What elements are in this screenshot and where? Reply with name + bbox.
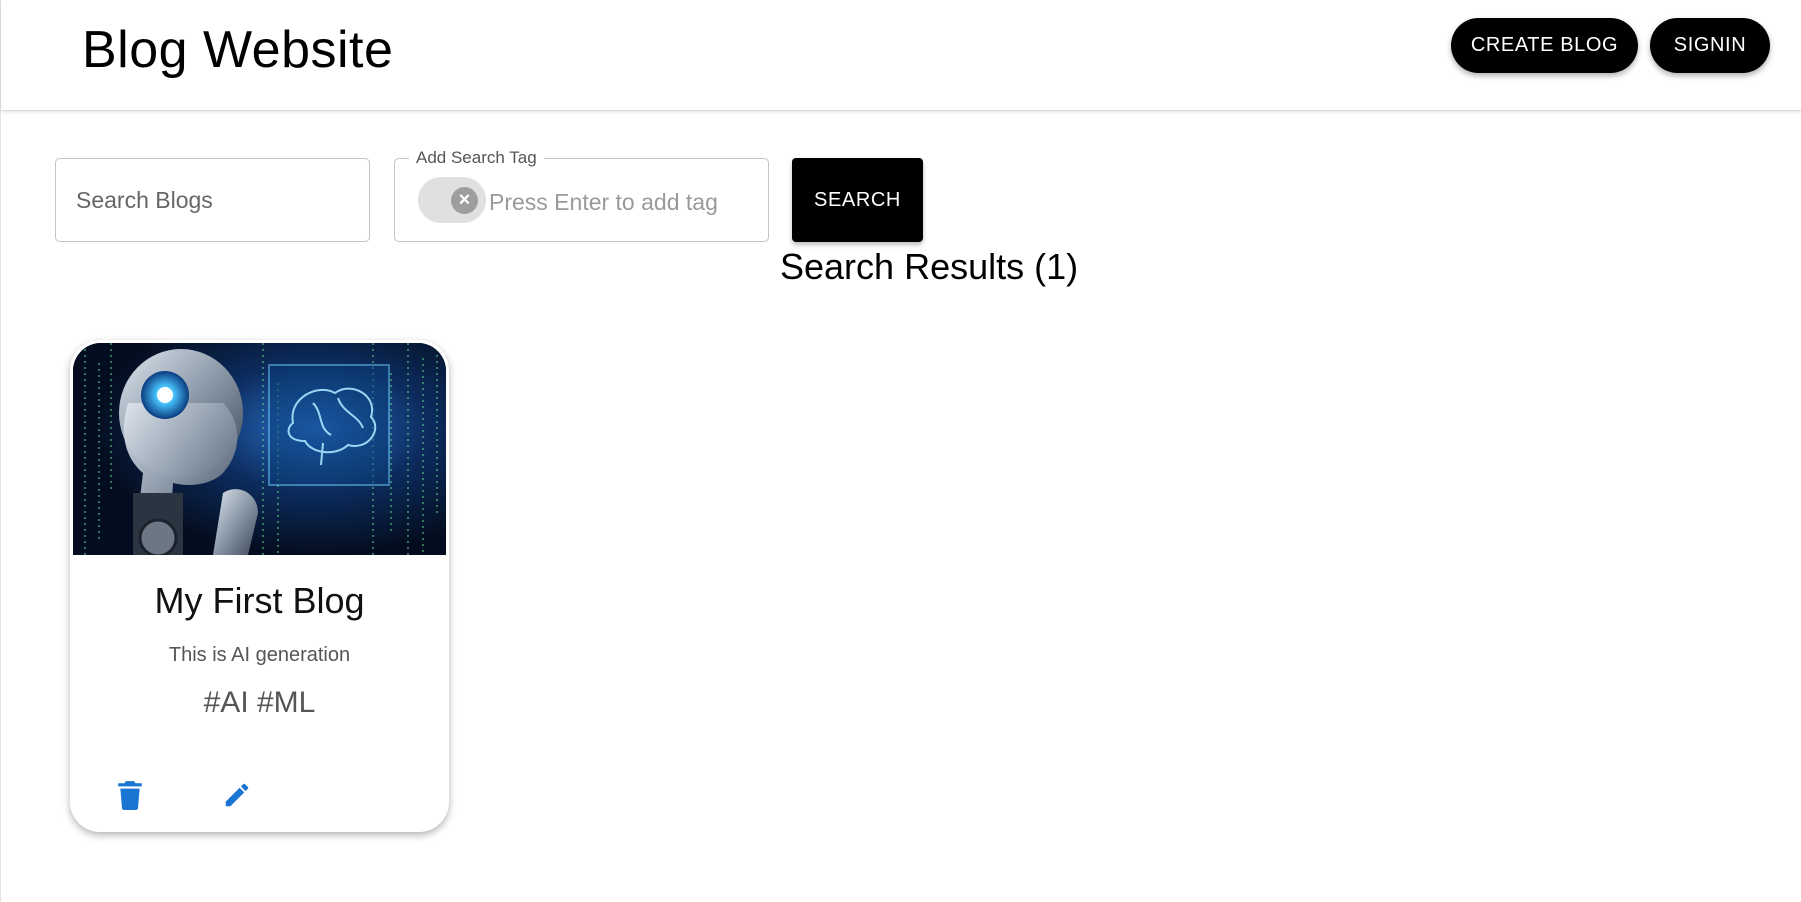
blog-tags: #AI #ML (203, 686, 316, 719)
search-tag-label: Add Search Tag (409, 147, 544, 169)
page: Blog Website CREATE BLOG SIGNIN Add Sear… (0, 0, 1801, 902)
search-results-heading: Search Results (1) (780, 246, 1079, 287)
blog-card[interactable]: My First Blog This is AI generation #AI … (70, 340, 449, 832)
blog-description: This is AI generation (168, 644, 351, 666)
blog-title[interactable]: My First Blog (70, 578, 449, 624)
search-blogs-input[interactable] (55, 158, 370, 242)
pencil-icon[interactable] (214, 772, 260, 818)
ai-robot-brain-image (73, 343, 446, 555)
site-title[interactable]: Blog Website (82, 18, 393, 82)
search-tag-field[interactable]: Add Search Tag × (394, 147, 769, 242)
create-blog-button[interactable]: CREATE BLOG (1451, 18, 1638, 73)
search-tag-input[interactable] (487, 181, 761, 223)
signin-button[interactable]: SIGNIN (1650, 18, 1770, 73)
app-bar: Blog Website CREATE BLOG SIGNIN (1, 0, 1801, 110)
tag-chip[interactable]: × (418, 177, 486, 223)
close-circle-icon[interactable]: × (451, 187, 478, 214)
search-button[interactable]: SEARCH (792, 158, 923, 242)
trash-icon[interactable] (107, 772, 153, 818)
